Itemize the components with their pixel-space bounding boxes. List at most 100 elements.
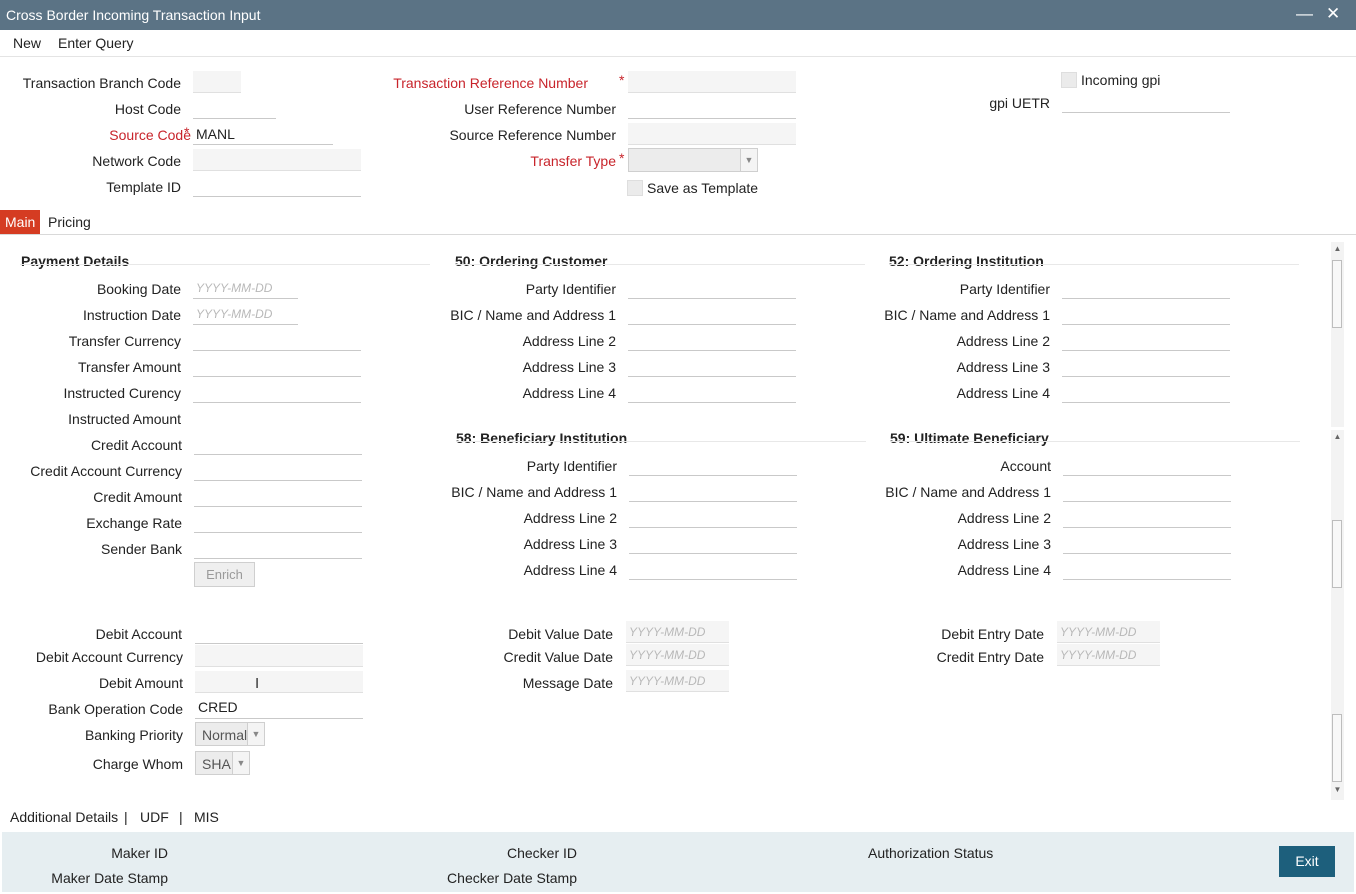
debit-amount-field[interactable] [195, 671, 363, 693]
oc-bic-field[interactable] [628, 303, 796, 325]
ub-bic-label: BIC / Name and Address 1 [885, 484, 1051, 500]
transfer-amount-field[interactable] [193, 355, 361, 377]
source-code-field[interactable]: MANL [193, 123, 333, 145]
template-id-label: Template ID [106, 179, 181, 195]
mis-link[interactable]: MIS [194, 809, 219, 825]
bi-addr2-field[interactable] [629, 506, 797, 528]
save-as-template-checkbox[interactable] [627, 180, 643, 196]
oc-addr3-label: Address Line 3 [522, 359, 616, 375]
debit-account-currency-field[interactable] [195, 645, 363, 667]
txn-ref-field[interactable] [628, 71, 796, 93]
oi-addr3-field[interactable] [1062, 355, 1230, 377]
credit-account-label: Credit Account [90, 437, 182, 453]
oi-addr2-field[interactable] [1062, 329, 1230, 351]
main-scrollbar[interactable]: ▲ ▼ [1331, 430, 1344, 800]
source-ref-field[interactable] [628, 123, 796, 145]
ub-addr3-field[interactable] [1063, 532, 1231, 554]
ub-account-field[interactable] [1063, 454, 1231, 476]
charge-whom-select[interactable]: SHA ▼ [195, 751, 250, 775]
scrollbar-thumb[interactable] [1332, 714, 1342, 782]
credit-account-currency-label: Credit Account Currency [30, 463, 182, 479]
txn-ref-label: Transaction Reference Number [393, 75, 588, 91]
exit-button[interactable]: Exit [1279, 846, 1335, 877]
tab-pricing[interactable]: Pricing [43, 210, 96, 234]
banking-priority-select[interactable]: Normal ▼ [195, 722, 265, 746]
host-code-field[interactable] [193, 97, 276, 119]
bi-addr3-field[interactable] [629, 532, 797, 554]
charge-whom-value: SHA [202, 756, 231, 772]
debit-amount-label: Debit Amount [98, 675, 183, 691]
bi-bic-label: BIC / Name and Address 1 [451, 484, 617, 500]
booking-date-field[interactable]: YYYY-MM-DD [193, 277, 298, 299]
additional-details-link[interactable]: Additional Details [10, 809, 118, 825]
branch-code-label: Transaction Branch Code [22, 75, 181, 91]
oc-bic-label: BIC / Name and Address 1 [450, 307, 616, 323]
message-date-field[interactable]: YYYY-MM-DD [626, 670, 729, 692]
debit-value-date-field[interactable]: YYYY-MM-DD [626, 621, 729, 643]
oc-addr2-field[interactable] [628, 329, 796, 351]
oi-addr4-field[interactable] [1062, 381, 1230, 403]
transfer-amount-label: Transfer Amount [78, 359, 181, 375]
oc-addr4-field[interactable] [628, 381, 796, 403]
debit-entry-date-field[interactable]: YYYY-MM-DD [1057, 621, 1160, 643]
credit-account-currency-field[interactable] [194, 459, 362, 481]
gpi-uetr-field[interactable] [1062, 91, 1230, 113]
transfer-currency-field[interactable] [193, 329, 361, 351]
txn-ref-required-mark: * [619, 72, 625, 88]
sender-bank-field[interactable] [194, 537, 362, 559]
bi-party-identifier-field[interactable] [629, 454, 797, 476]
scrollbar-thumb[interactable] [1332, 520, 1342, 588]
credit-entry-date-label: Credit Entry Date [936, 649, 1044, 665]
date-placeholder: YYYY-MM-DD [1060, 648, 1137, 662]
branch-code-field[interactable] [193, 71, 241, 93]
incoming-gpi-checkbox[interactable] [1061, 72, 1077, 88]
debit-account-label: Debit Account [95, 626, 182, 642]
chevron-down-icon: ▼ [232, 752, 249, 774]
oi-bic-field[interactable] [1062, 303, 1230, 325]
instruction-date-field[interactable]: YYYY-MM-DD [193, 303, 298, 325]
network-code-label: Network Code [92, 153, 181, 169]
transfer-type-select[interactable]: ▼ [628, 148, 758, 172]
section-divider [456, 441, 866, 442]
enrich-button[interactable]: Enrich [194, 562, 255, 587]
tab-main[interactable]: Main [0, 210, 41, 234]
oc-addr3-field[interactable] [628, 355, 796, 377]
bi-bic-field[interactable] [629, 480, 797, 502]
authorization-status-label: Authorization Status [868, 845, 994, 861]
instructed-currency-field[interactable] [193, 381, 361, 403]
oi-bic-label: BIC / Name and Address 1 [884, 307, 1050, 323]
bi-addr3-label: Address Line 3 [523, 536, 617, 552]
oi-party-identifier-label: Party Identifier [959, 281, 1050, 297]
menu-enter-query[interactable]: Enter Query [58, 35, 133, 51]
template-id-field[interactable] [193, 175, 361, 197]
network-code-field[interactable] [193, 149, 361, 171]
text-cursor-icon: I [255, 675, 260, 692]
oi-party-identifier-field[interactable] [1062, 277, 1230, 299]
credit-account-field[interactable] [194, 433, 362, 455]
source-code-required-mark: * [184, 124, 190, 140]
user-ref-field[interactable] [628, 97, 796, 119]
ub-addr2-field[interactable] [1063, 506, 1231, 528]
credit-amount-label: Credit Amount [93, 489, 182, 505]
credit-value-date-field[interactable]: YYYY-MM-DD [626, 644, 729, 666]
scroll-up-icon[interactable]: ▲ [1331, 244, 1344, 253]
oc-party-identifier-field[interactable] [628, 277, 796, 299]
section-divider [455, 264, 865, 265]
udf-link[interactable]: UDF [140, 809, 169, 825]
credit-amount-field[interactable] [194, 485, 362, 507]
bi-addr4-field[interactable] [629, 558, 797, 580]
scrollbar-thumb[interactable] [1332, 260, 1342, 328]
scroll-up-icon[interactable]: ▲ [1331, 432, 1344, 441]
exchange-rate-field[interactable] [194, 511, 362, 533]
debit-account-field[interactable] [195, 622, 363, 644]
menu-new[interactable]: New [13, 35, 41, 51]
ub-addr4-field[interactable] [1063, 558, 1231, 580]
bank-operation-code-field[interactable]: CRED [195, 697, 363, 719]
ub-bic-field[interactable] [1063, 480, 1231, 502]
minimize-icon[interactable]: — [1296, 4, 1313, 24]
scroll-down-icon[interactable]: ▼ [1331, 785, 1344, 794]
credit-entry-date-field[interactable]: YYYY-MM-DD [1057, 644, 1160, 666]
upper-scrollbar[interactable]: ▲ [1331, 242, 1344, 427]
close-icon[interactable]: ✕ [1326, 4, 1340, 24]
exchange-rate-label: Exchange Rate [86, 515, 182, 531]
